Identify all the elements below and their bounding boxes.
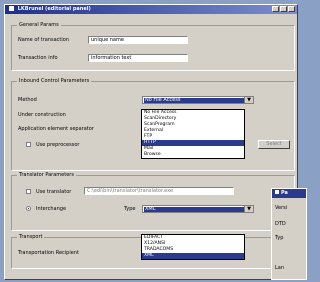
inbound-control-title: Inbound Control Parameters: [17, 78, 92, 84]
chevron-down-icon[interactable]: ▼: [244, 206, 253, 212]
use-preprocessor-label: Use preprocessor: [36, 142, 80, 148]
translator-path-input[interactable]: C:\edi\bin\translator\translator.exe: [84, 187, 234, 195]
translator-group: Translator Parameters Use translator C:\…: [11, 172, 295, 231]
transaction-info-label: Transaction info: [18, 55, 58, 61]
transport-recipient-label: Transportation Recipient: [18, 250, 79, 256]
under-construction-label: Under construction: [18, 112, 66, 118]
secondary-window: Pa Versi DTD Typ Lan: [271, 188, 307, 280]
translator-title: Translator Parameters: [17, 172, 76, 178]
type-label: Type: [124, 206, 136, 212]
method-select-value: No File Access: [144, 98, 244, 103]
select-button[interactable]: Select: [258, 140, 290, 149]
app-icon: [9, 6, 14, 11]
type-dropdown-list: EDIFACT X12/ANSI TRADACOMS XML: [141, 234, 245, 260]
type-option[interactable]: XML: [142, 253, 244, 259]
close-button[interactable]: [288, 6, 295, 12]
secondary-window-title: Pa: [281, 190, 288, 196]
interchange-radio[interactable]: [26, 206, 31, 211]
maximize-button[interactable]: [280, 6, 287, 12]
interchange-label: Interchange: [36, 206, 67, 212]
secondary-label-dtd: DTD: [275, 221, 286, 227]
type-select[interactable]: XML ▼: [142, 205, 254, 213]
secondary-label-language: Lan: [275, 265, 285, 271]
use-preprocessor-checkbox[interactable]: [26, 142, 31, 147]
method-dropdown-list: No File Access ScanDirectory ScanProgram Ex…: [141, 109, 245, 159]
window-titlebar[interactable]: LKBrunel (editorial panel): [5, 5, 297, 14]
use-translator-checkbox[interactable]: [26, 189, 31, 194]
app-icon: [275, 190, 279, 194]
transaction-name-label: Name of transaction: [18, 37, 69, 43]
app-separator-label: Application element separator: [18, 126, 94, 132]
secondary-label-version: Versi: [275, 205, 288, 211]
minimize-button[interactable]: [272, 6, 279, 12]
secondary-window-titlebar[interactable]: Pa: [272, 189, 306, 198]
transport-title: Transport: [17, 234, 45, 240]
general-params-group: General Params Name of transaction uniqu…: [11, 22, 295, 71]
secondary-label-type: Typ: [275, 235, 284, 241]
use-translator-label: Use translator: [36, 189, 72, 195]
method-option[interactable]: Browse: [142, 152, 244, 158]
chevron-down-icon[interactable]: ▼: [244, 97, 253, 103]
main-window: LKBrunel (editorial panel) General Param…: [4, 4, 298, 280]
method-select[interactable]: No File Access ▼: [142, 96, 254, 104]
method-label: Method: [18, 97, 37, 103]
window-title: LKBrunel (editorial panel): [17, 6, 91, 12]
general-params-title: General Params: [17, 22, 61, 28]
transaction-info-input[interactable]: information text: [88, 54, 188, 62]
type-select-value: XML: [144, 207, 244, 212]
transaction-name-input[interactable]: unique name: [88, 36, 188, 44]
